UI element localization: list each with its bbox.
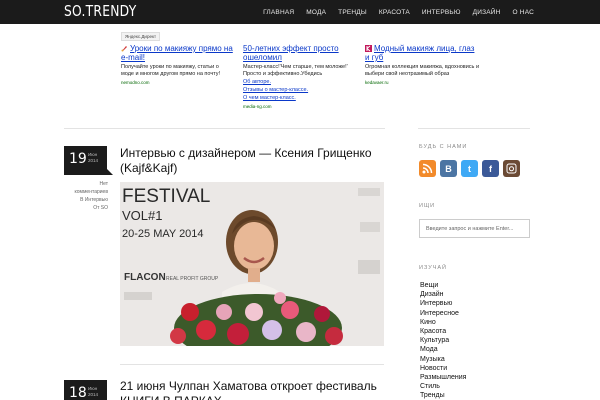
sponsor-logo: FLACON [124,272,166,283]
instagram-icon[interactable] [503,160,520,177]
category-item[interactable]: Мода [420,345,466,354]
ad-domain-3[interactable]: kedavaer.ru [365,80,481,85]
category-item[interactable]: Новости [420,364,466,373]
rss-icon[interactable] [419,160,436,177]
category-item[interactable]: Музыка [420,355,466,364]
post-date-2: 18 Июн 2014 [64,380,107,400]
category-item[interactable]: Стиль [420,382,466,391]
meta-category[interactable]: В Интервью [64,196,108,204]
post-date-year-2: 2014 [88,392,99,397]
nav-home[interactable]: ГЛАВНАЯ [263,9,294,16]
nav-fashion[interactable]: МОДА [306,9,326,16]
ad-block-2: 50-летних эффект просто ошеломил Мастер-… [243,44,355,109]
ad-text-3: Огромная коллекция макияжа, вдохновись и… [365,64,480,77]
k-logo-icon [365,45,372,52]
nav-design[interactable]: ДИЗАЙН [473,9,501,16]
ad-link-reviews[interactable]: Отзывы о мастер-классе. [243,87,355,94]
date-corner [107,169,113,175]
post-date-month-year-2: Июн 2014 [88,386,98,398]
ad-block-3: Модный макияж лица, глаз и губ Огромная … [365,44,481,85]
ad-link-about[interactable]: О чем мастер-класс. [243,95,355,102]
meta-author[interactable]: От SO [64,204,108,212]
post-date-month-year: Июн 2014 [88,152,98,164]
nav-beauty[interactable]: КРАСОТА [379,9,410,16]
nav-about[interactable]: О НАС [513,9,534,16]
ad-title-1-text[interactable]: Уроки по макияжу прямо на e-mail! [121,44,233,62]
post-date-day: 19 [69,151,87,167]
ad-block-1: Уроки по макияжу прямо на e-mail! Получа… [121,44,233,85]
follow-heading: БУДЬ С НАМИ [419,144,468,150]
post-divider [120,364,384,365]
category-item[interactable]: Красота [420,327,466,336]
post-meta: Нет комментариев В Интервью От SO [64,180,108,212]
category-item[interactable]: Дизайн [420,290,466,299]
post-title-2[interactable]: 21 июня Чулпан Хаматова откроет фестивал… [120,379,386,400]
post-image[interactable]: FESTIVAL VOL#1 20-25 MAY 2014 FLACON REA… [120,182,384,346]
ad-title-2[interactable]: 50-летних эффект просто ошеломил [243,44,355,62]
category-item[interactable]: Тренды [420,391,466,400]
post-title[interactable]: Интервью с дизайнером — Ксения Грищенко … [120,146,386,176]
category-item[interactable]: Вещи [420,281,466,290]
festival-photo: FESTIVAL VOL#1 20-25 MAY 2014 FLACON REA… [120,182,384,346]
post-date-day-2: 18 [69,385,87,400]
post-date-year: 2014 [88,158,99,163]
top-bar: SO.TRENDY ГЛАВНАЯ МОДА ТРЕНДЫ КРАСОТА ИН… [0,0,600,24]
category-item[interactable]: Размышления [420,373,466,382]
post-date: 19 Июн 2014 [64,146,113,175]
ad-domain-2[interactable]: media-ng.com [243,104,355,109]
nav-trends[interactable]: ТРЕНДЫ [338,9,367,16]
divider [64,128,385,129]
main-nav: ГЛАВНАЯ МОДА ТРЕНДЫ КРАСОТА ИНТЕРВЬЮ ДИЗ… [263,0,534,24]
makeup-brush-icon [121,45,128,52]
ad-domain-1[interactable]: nemodno.com [121,80,233,85]
categories-heading: ИЗУЧАЙ [419,265,447,271]
site-logo[interactable]: SO.TRENDY [64,2,136,20]
facebook-icon[interactable]: f [482,160,499,177]
category-item[interactable]: Интервью [420,299,466,308]
twitter-icon[interactable]: t [461,160,478,177]
search-input[interactable]: Введите запрос и нажмите Enter... [419,219,530,238]
festival-title: FESTIVAL [122,186,210,207]
ad-title-1[interactable]: Уроки по макияжу прямо на e-mail! [121,44,233,62]
nav-interview[interactable]: ИНТЕРВЬЮ [422,9,461,16]
social-icons: B t f [419,160,520,177]
festival-sub: VOL#1 [122,208,162,223]
vk-icon[interactable]: B [440,160,457,177]
ad-text-2: Мастер-класс!'Чем старше, тем моложе!' П… [243,64,348,77]
category-item[interactable]: Интересное [420,309,466,318]
festival-dates: 20-25 MAY 2014 [122,228,204,240]
meta-comments-word[interactable]: комментариев [64,188,108,196]
search-heading: ИЩИ [419,203,436,209]
ad-title-3[interactable]: Модный макияж лица, глаз и губ [365,44,481,62]
category-list: Вещи Дизайн Интервью Интересное Кино Кра… [420,281,466,400]
category-item[interactable]: Культура [420,336,466,345]
meta-comments[interactable]: Нет [64,180,108,188]
sidebar-divider [418,128,530,129]
ad-label[interactable]: Яндекс.Директ [121,32,161,41]
category-item[interactable]: Кино [420,318,466,327]
ad-text-1: Получайте уроки по макияжу, статьи о мод… [121,64,221,77]
ad-link-author[interactable]: Об авторе. [243,79,355,86]
sponsor-logo-2: REAL PROFIT GROUP [166,276,219,282]
ad-title-3-text[interactable]: Модный макияж лица, глаз и губ [365,44,474,62]
